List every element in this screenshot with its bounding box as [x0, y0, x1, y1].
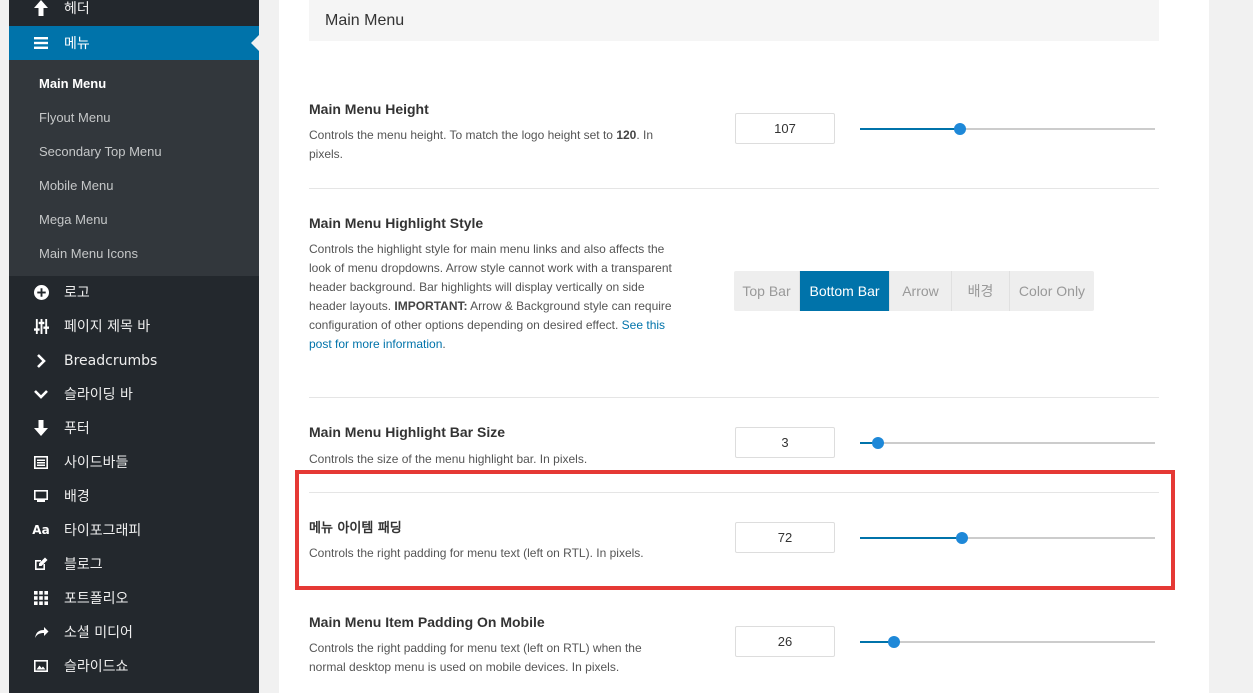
share-icon	[32, 623, 50, 641]
slider-track	[860, 442, 1155, 444]
menu-submenu: Main Menu Flyout Menu Secondary Top Menu…	[9, 60, 259, 276]
options-panel: Main Menu Main Menu Height Controls the …	[279, 0, 1209, 693]
submenu-item-flyout-menu[interactable]: Flyout Menu	[39, 110, 111, 125]
item-padding-slider[interactable]	[860, 532, 1155, 544]
sidebar-layout-icon	[32, 453, 50, 471]
grid-icon	[32, 589, 50, 607]
item-padding-input[interactable]	[735, 522, 835, 553]
option-title-menu-height: Main Menu Height	[309, 101, 429, 117]
sidebar-item-label: 로고	[64, 285, 90, 301]
arrow-up-icon	[32, 0, 50, 17]
sidebar-item-label: 포트폴리오	[64, 591, 129, 607]
divider	[309, 188, 1159, 189]
sidebar-item-label: Breadcrumbs	[64, 353, 158, 369]
submenu-item-mega-menu[interactable]: Mega Menu	[39, 212, 108, 227]
option-desc-bar-size: Controls the size of the menu highlight …	[309, 452, 588, 466]
sidebar-item-background[interactable]: 배경	[9, 479, 259, 513]
sidebar-item-label: 페이지 제목 바	[64, 319, 151, 335]
sidebar-item-page-title-bar[interactable]: 페이지 제목 바	[9, 309, 259, 343]
submenu-item-mobile-menu[interactable]: Mobile Menu	[39, 178, 113, 193]
slider-handle[interactable]	[871, 437, 884, 449]
sidebar-item-menu[interactable]: 메뉴	[9, 26, 259, 60]
sidebar-item-blog[interactable]: 블로그	[9, 547, 259, 581]
slider-fill	[860, 128, 961, 130]
page-margin	[1209, 0, 1253, 693]
highlight-style-button-group: Top Bar Bottom Bar Arrow 배경 Color Only	[734, 271, 1094, 311]
menu-icon	[32, 34, 50, 52]
option-color-only[interactable]: Color Only	[1010, 271, 1094, 311]
slider-handle[interactable]	[955, 532, 968, 544]
option-background[interactable]: 배경	[952, 271, 1010, 311]
bar-size-input[interactable]	[735, 427, 835, 458]
divider	[309, 492, 1159, 493]
sidebar-item-header[interactable]: 헤더	[9, 0, 259, 25]
submenu-item-main-menu-icons[interactable]: Main Menu Icons	[39, 246, 138, 261]
menu-height-slider[interactable]	[860, 123, 1155, 135]
option-top-bar[interactable]: Top Bar	[734, 271, 800, 311]
slider-track	[860, 641, 1155, 643]
item-padding-mobile-slider[interactable]	[860, 636, 1155, 648]
option-desc-item-padding: Controls the right padding for menu text…	[309, 546, 644, 560]
sidebar-item-label: 타이포그래피	[64, 523, 142, 539]
sidebar-item-label: 블로그	[64, 557, 103, 573]
sliders-icon	[32, 317, 50, 335]
sidebar-item-portfolio[interactable]: 포트폴리오	[9, 581, 259, 615]
typography-icon: Aa	[32, 523, 50, 537]
sidebar-item-slideshow[interactable]: 슬라이드쇼	[9, 649, 259, 683]
option-desc-item-padding-mobile: Controls the right padding for menu text…	[309, 641, 642, 674]
sidebar-item-label: 배경	[64, 489, 90, 505]
menu-height-input[interactable]	[735, 113, 835, 144]
chevron-right-icon	[32, 352, 50, 370]
section-header: Main Menu	[309, 0, 1159, 41]
sidebar-item-label: 슬라이드쇼	[64, 659, 129, 675]
image-icon	[32, 657, 50, 675]
sidebar-item-sidebars[interactable]: 사이드바들	[9, 445, 259, 479]
plus-circle-icon	[32, 283, 50, 301]
sidebar-item-label: 헤더	[64, 1, 90, 17]
option-title-item-padding-mobile: Main Menu Item Padding On Mobile	[309, 614, 545, 630]
slider-handle[interactable]	[887, 636, 900, 648]
option-desc-highlight-style: Controls the highlight style for main me…	[309, 242, 672, 351]
option-title-highlight-style: Main Menu Highlight Style	[309, 215, 484, 231]
sidebar-item-footer[interactable]: 푸터	[9, 411, 259, 445]
option-title-item-padding: 메뉴 아이템 패딩	[309, 521, 402, 536]
option-arrow[interactable]: Arrow	[890, 271, 952, 311]
arrow-down-icon	[32, 419, 50, 437]
sidebar-item-label: 슬라이딩 바	[64, 387, 133, 403]
sidebar-item-sliding-bar[interactable]: 슬라이딩 바	[9, 377, 259, 411]
sidebar-item-typography[interactable]: Aa 타이포그래피	[9, 513, 259, 547]
option-title-bar-size: Main Menu Highlight Bar Size	[309, 424, 506, 440]
sidebar-item-label: 사이드바들	[64, 455, 129, 471]
admin-sidebar: 헤더 메뉴 Main Menu Flyout Menu Secondary To…	[9, 0, 259, 693]
sidebar-item-breadcrumbs[interactable]: Breadcrumbs	[9, 344, 259, 378]
item-padding-mobile-input[interactable]	[735, 626, 835, 657]
option-desc-menu-height: Controls the menu height. To match the l…	[309, 128, 654, 161]
monitor-icon	[32, 487, 50, 505]
sidebar-item-label: 소셜 미디어	[64, 625, 133, 641]
sidebar-item-label: 푸터	[64, 421, 90, 437]
bar-size-slider[interactable]	[860, 437, 1155, 449]
chevron-down-icon	[32, 385, 50, 403]
sidebar-item-social-media[interactable]: 소셜 미디어	[9, 615, 259, 649]
divider	[309, 397, 1159, 398]
submenu-item-main-menu[interactable]: Main Menu	[39, 76, 106, 91]
slider-fill	[860, 537, 962, 539]
slider-handle[interactable]	[954, 123, 967, 135]
section-title: Main Menu	[325, 12, 405, 29]
edit-icon	[32, 555, 50, 573]
submenu-item-secondary-top-menu[interactable]: Secondary Top Menu	[39, 144, 162, 159]
sidebar-item-label: 메뉴	[64, 36, 90, 52]
sidebar-item-logo[interactable]: 로고	[9, 275, 259, 309]
option-bottom-bar[interactable]: Bottom Bar	[800, 271, 890, 311]
